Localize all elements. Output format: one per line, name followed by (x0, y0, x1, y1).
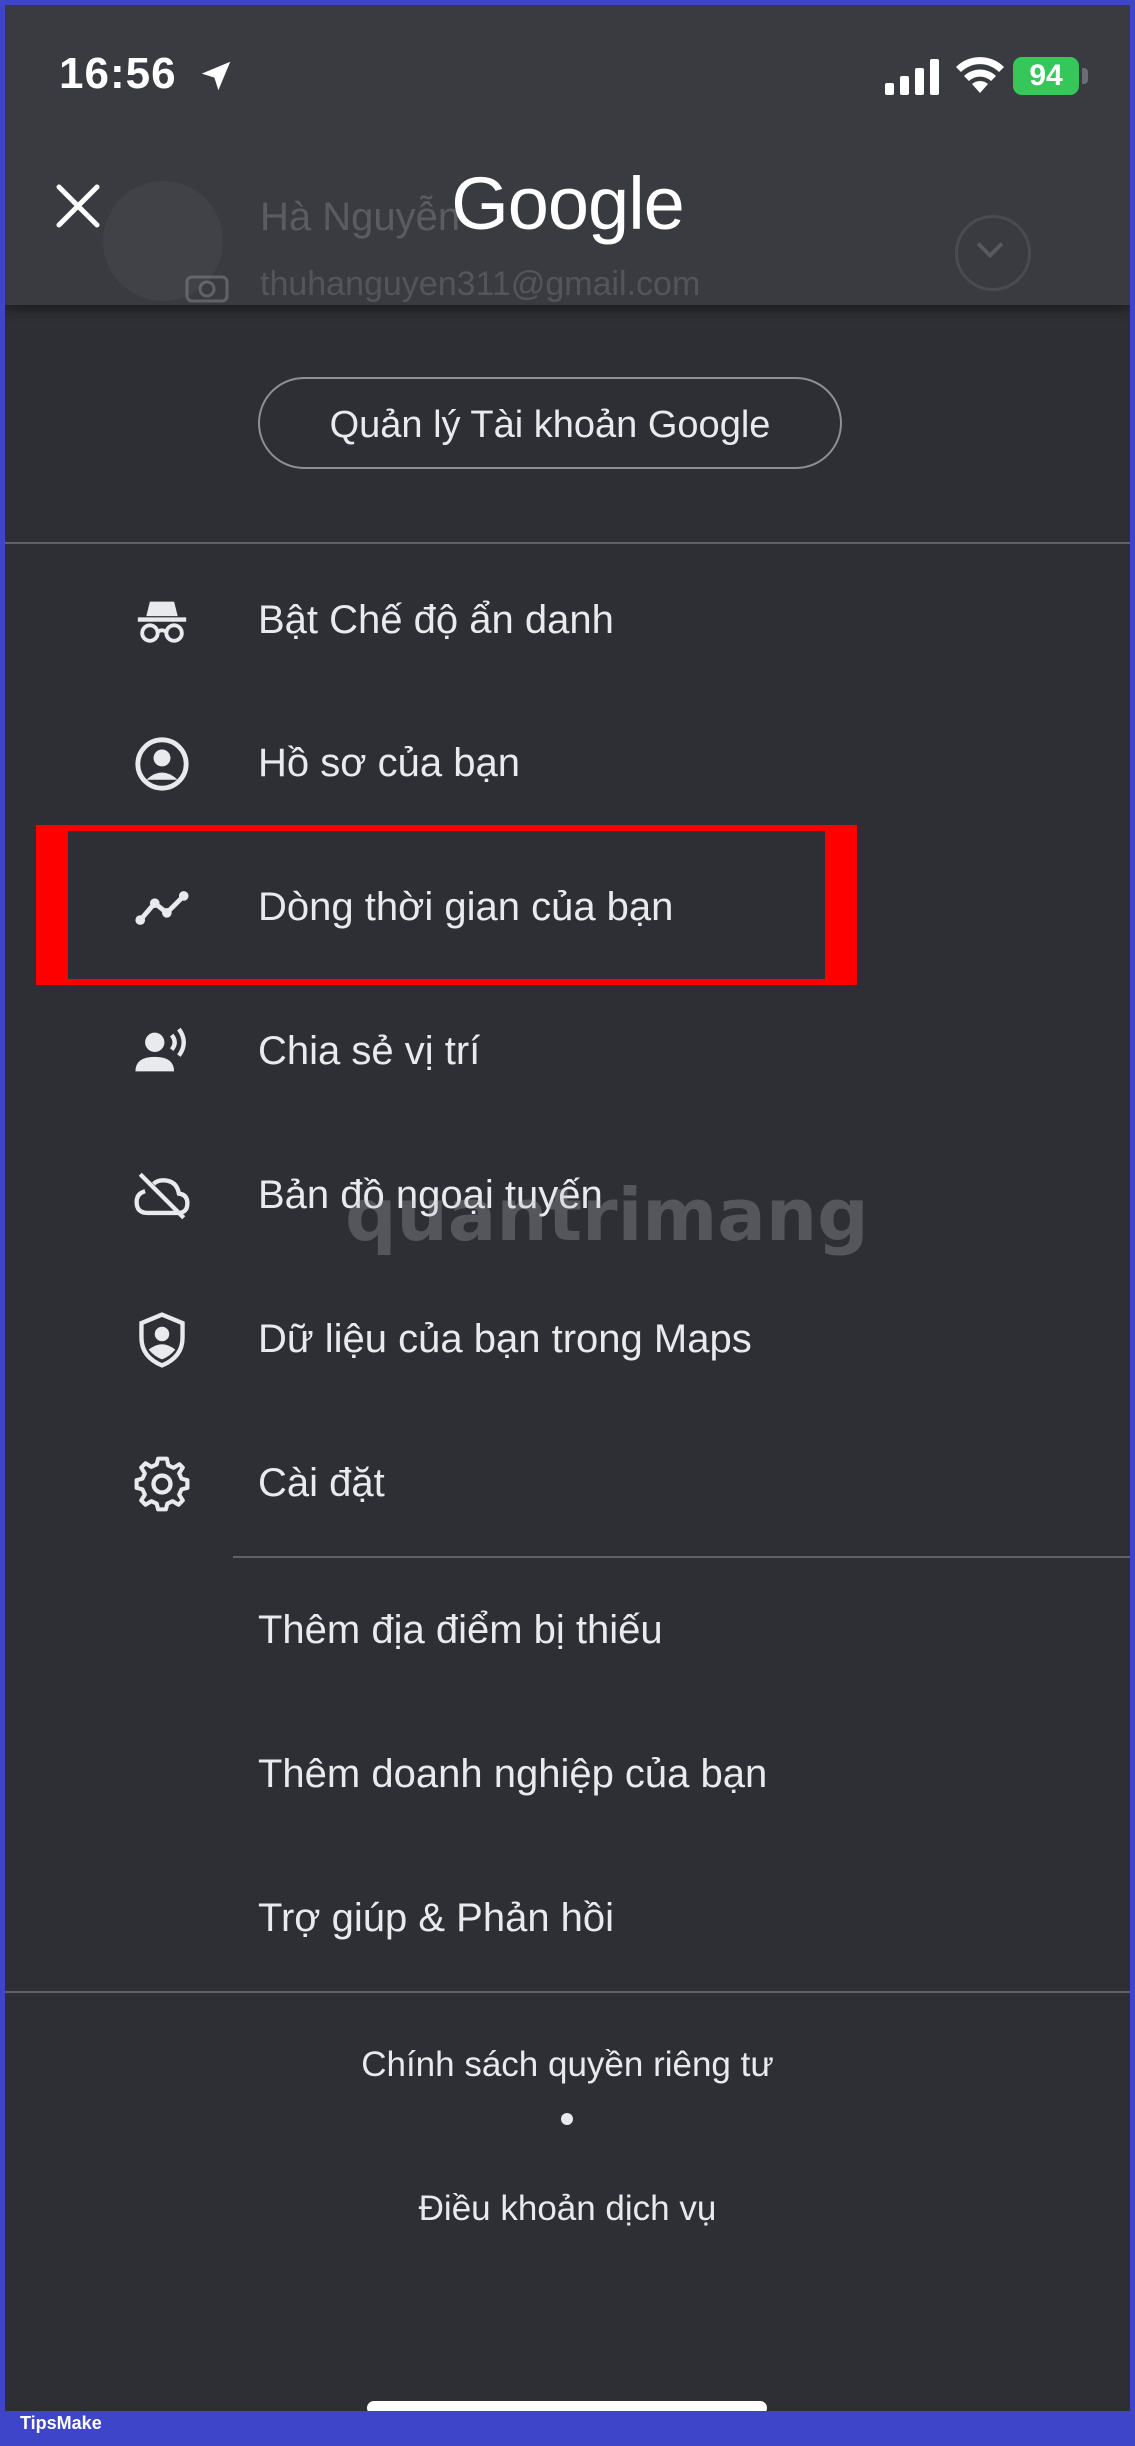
account-email: thuhanguyen311@gmail.com (260, 265, 701, 303)
incognito-icon (137, 601, 187, 643)
menu-item-help-feedback[interactable]: Trợ giúp & Phản hồi (5, 1848, 1130, 1988)
menu-item-label: Trợ giúp & Phản hồi (258, 1896, 615, 1940)
manage-google-account-button[interactable]: Quản lý Tài khoản Google (258, 377, 842, 469)
cellular-signal-icon (885, 59, 939, 95)
privacy-policy-link[interactable]: Chính sách quyền riêng tư (5, 2045, 1130, 2085)
menu-item-label: Bản đồ ngoại tuyến (258, 1173, 603, 1217)
wifi-icon (956, 57, 1004, 93)
status-time: 16:56 (59, 49, 177, 98)
shield-account-icon (139, 1312, 185, 1368)
battery-tip (1082, 68, 1088, 84)
menu-item-settings[interactable]: Cài đặt (5, 1413, 1130, 1553)
menu-item-label: Dữ liệu của bạn trong Maps (258, 1317, 752, 1361)
divider (5, 1991, 1130, 1993)
footer-separator-dot (561, 2113, 573, 2125)
highlight-annotation (36, 825, 857, 985)
menu-item-add-business[interactable]: Thêm doanh nghiệp của bạn (5, 1704, 1130, 1844)
location-arrow-icon (201, 61, 231, 91)
menu-item-add-missing-place[interactable]: Thêm địa điểm bị thiếu (5, 1560, 1130, 1700)
menu-item-profile[interactable]: Hồ sơ của bạn (5, 693, 1130, 833)
cloud-off-icon (134, 1172, 190, 1220)
camera-icon (185, 275, 229, 303)
menu-item-label: Cài đặt (258, 1461, 385, 1505)
menu-item-label: Hồ sơ của bạn (258, 741, 520, 785)
menu-item-your-data[interactable]: Dữ liệu của bạn trong Maps (5, 1269, 1130, 1409)
menu-item-incognito[interactable]: Bật Chế độ ẩn danh (5, 550, 1130, 690)
menu-item-label: Chia sẻ vị trí (258, 1029, 481, 1073)
menu-item-offline-maps[interactable]: Bản đồ ngoại tuyến (5, 1125, 1130, 1265)
header-bar: 16:56 94 Hà Nguyễn thuhanguyen311@gmail.… (5, 5, 1130, 305)
menu-item-label: Bật Chế độ ẩn danh (258, 598, 614, 642)
menu-item-location-sharing[interactable]: Chia sẻ vị trí (5, 981, 1130, 1121)
terms-of-service-link[interactable]: Điều khoản dịch vụ (5, 2189, 1130, 2229)
source-bar (0, 2411, 1135, 2446)
menu-item-label: Thêm doanh nghiệp của bạn (258, 1752, 768, 1796)
divider (233, 1556, 1130, 1558)
battery-indicator: 94 (1013, 57, 1079, 95)
phone-screen: 16:56 94 Hà Nguyễn thuhanguyen311@gmail.… (5, 5, 1130, 2411)
account-circle-icon (135, 737, 189, 791)
home-indicator (367, 2401, 767, 2411)
location-sharing-icon (135, 1027, 186, 1072)
menu-item-label: Thêm địa điểm bị thiếu (258, 1608, 663, 1652)
google-logo: Google (451, 162, 685, 245)
divider (5, 542, 1130, 544)
gear-icon (134, 1456, 190, 1512)
source-badge: TipsMake (20, 2413, 102, 2433)
